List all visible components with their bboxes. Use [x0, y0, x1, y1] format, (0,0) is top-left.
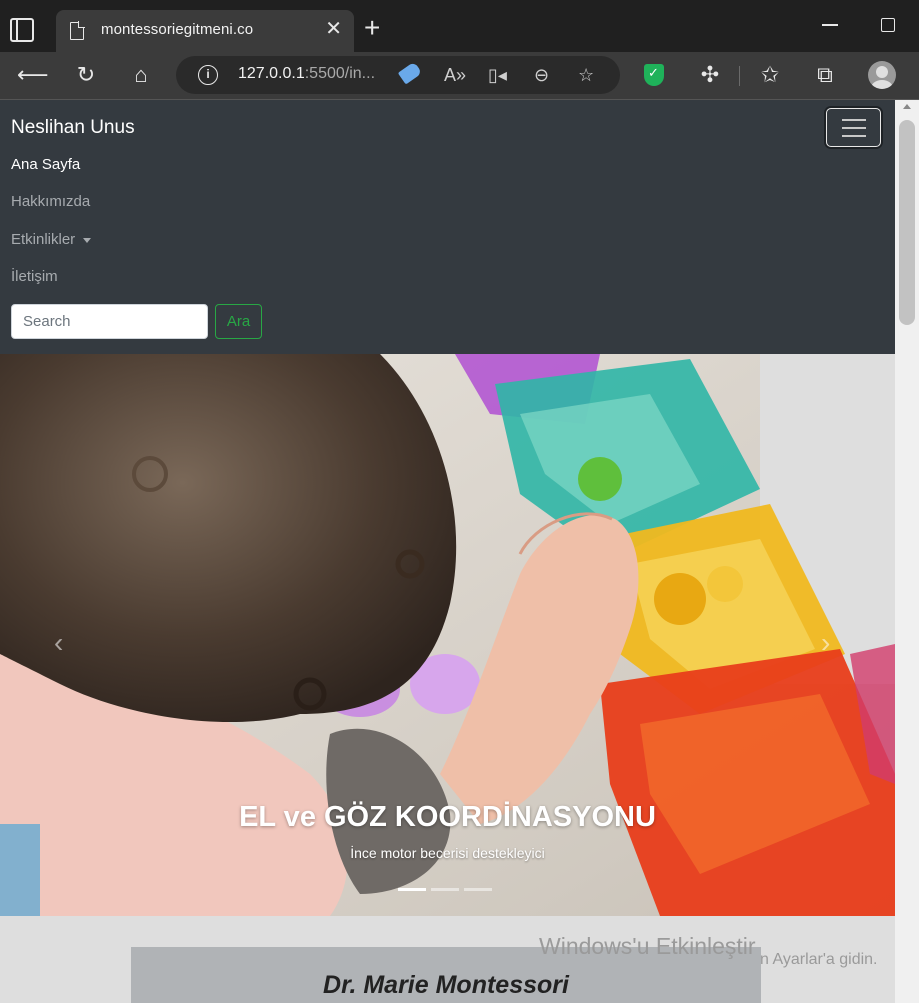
card-title: Dr. Marie Montessori: [323, 971, 569, 999]
price-tag-icon[interactable]: [397, 61, 423, 85]
close-tab-icon[interactable]: ✕: [325, 19, 342, 39]
browser-tab-strip: montessoriegitmeni.co ✕ +: [0, 0, 919, 52]
hamburger-line: [842, 127, 866, 129]
search-input[interactable]: [11, 304, 208, 339]
browser-tab[interactable]: montessoriegitmeni.co ✕: [56, 10, 354, 52]
page-scrollbar[interactable]: [895, 100, 919, 1003]
site-info-icon[interactable]: i: [198, 65, 218, 85]
tab-title: montessoriegitmeni.co: [101, 21, 254, 38]
nav-link-ana-sayfa[interactable]: Ana Sayfa: [11, 156, 80, 173]
refresh-icon[interactable]: ↻: [72, 62, 100, 88]
address-bar[interactable]: i 127.0.0.1:5500/in... A» ▯◂ ⊖ ☆: [176, 56, 620, 94]
new-tab-icon[interactable]: +: [364, 14, 380, 42]
add-favorite-icon[interactable]: ☆: [578, 64, 594, 86]
nav-link-etkinlikler-label: Etkinlikler: [11, 231, 76, 248]
tab-actions-icon[interactable]: [10, 18, 34, 42]
home-icon[interactable]: ⌂: [127, 62, 155, 88]
maximize-window-icon[interactable]: [881, 18, 895, 32]
carousel-indicator[interactable]: [398, 888, 426, 891]
minimize-window-icon[interactable]: [822, 24, 838, 26]
page-document-icon: [70, 21, 85, 40]
favorites-icon[interactable]: ✩: [756, 62, 784, 88]
zoom-out-icon[interactable]: ⊖: [534, 64, 549, 86]
nav-link-iletisim[interactable]: İletişim: [11, 268, 58, 285]
browser-toolbar: ⟵ ↻ ⌂ i 127.0.0.1:5500/in... A» ▯◂ ⊖ ☆ ✣…: [0, 52, 919, 99]
search-button[interactable]: Ara: [215, 304, 262, 339]
carousel-caption-title: EL ve GÖZ KOORDİNASYONU: [239, 801, 656, 833]
page-viewport: Neslihan Unus Ana Sayfa Hakkımızda Etkin…: [0, 99, 919, 1003]
carousel-indicator[interactable]: [464, 888, 492, 891]
collections-icon[interactable]: ⧉: [811, 62, 839, 88]
extensions-icon[interactable]: ✣: [696, 62, 724, 88]
toolbar-divider: [739, 66, 740, 86]
back-icon[interactable]: ⟵: [17, 62, 49, 88]
hamburger-line: [842, 135, 866, 137]
dropdown-caret-icon: [83, 237, 92, 243]
navbar-toggler-button[interactable]: [826, 108, 881, 147]
carousel-prev-icon[interactable]: ‹: [54, 629, 63, 657]
read-aloud-icon[interactable]: A»: [444, 64, 466, 86]
content-section: Dr. Marie Montessori Windows'u Etkinleşt…: [0, 916, 895, 1003]
immersive-reader-icon[interactable]: ▯◂: [488, 64, 507, 86]
brand-name[interactable]: Neslihan Unus: [11, 117, 135, 139]
nav-link-etkinlikler[interactable]: Etkinlikler: [11, 231, 92, 248]
carousel-caption-subtitle: İnce motor becerisi destekleyici: [350, 845, 545, 861]
scroll-up-arrow-icon[interactable]: [903, 104, 911, 109]
hero-carousel: ‹ › EL ve GÖZ KOORDİNASYONU İnce motor b…: [0, 354, 895, 916]
nav-link-hakkimizda[interactable]: Hakkımızda: [11, 193, 90, 210]
profile-avatar[interactable]: [868, 61, 896, 89]
scrollbar-thumb[interactable]: [899, 120, 915, 325]
address-url: 127.0.0.1:5500/in...: [238, 65, 376, 82]
hamburger-line: [842, 119, 866, 121]
site-navbar: Neslihan Unus Ana Sayfa Hakkımızda Etkin…: [0, 100, 895, 354]
carousel-next-icon[interactable]: ›: [821, 629, 830, 657]
windows-activation-watermark: Windows'u Etkinleştir: [539, 933, 756, 959]
windows-activation-hint: n Ayarlar'a gidin.: [760, 951, 878, 968]
carousel-indicator[interactable]: [431, 888, 459, 891]
shield-extension-icon[interactable]: [644, 64, 664, 86]
